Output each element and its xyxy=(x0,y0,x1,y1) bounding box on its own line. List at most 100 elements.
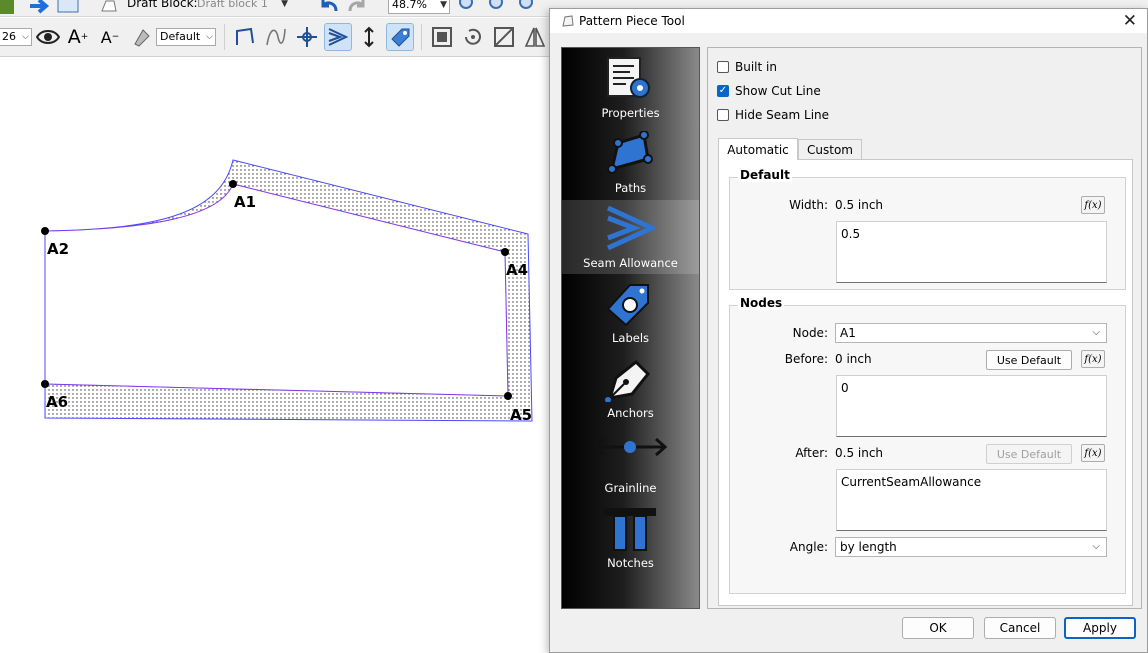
before-use-default-button[interactable]: Use Default xyxy=(986,350,1072,370)
spline-tool-icon[interactable] xyxy=(262,23,290,51)
built-in-checkbox[interactable]: Built in xyxy=(717,60,777,74)
point-a5 xyxy=(504,392,512,400)
zoom-value: 48.7% xyxy=(392,0,427,11)
pen-nib-icon xyxy=(605,359,651,402)
seam-allowance-tool-icon[interactable] xyxy=(324,23,352,51)
seam-allowance-region xyxy=(44,159,533,422)
hide-seam-line-label: Hide Seam Line xyxy=(735,108,830,122)
after-formula-input[interactable]: CurrentSeamAllowance xyxy=(836,469,1107,531)
zoom-out-icon[interactable] xyxy=(488,0,508,12)
angle-select[interactable]: by length ⌵ xyxy=(835,537,1107,557)
point-label-a5: A5 xyxy=(510,406,532,424)
seam-allowance-panel: Built in ✓ Show Cut Line Hide Seam Line … xyxy=(707,47,1142,609)
point-label-a6: A6 xyxy=(46,393,68,411)
style-combo[interactable]: Default ⌵ xyxy=(156,28,216,46)
before-formula-input[interactable]: 0 xyxy=(836,375,1107,437)
checkbox-box[interactable] xyxy=(717,109,729,121)
seam-allowance-icon xyxy=(606,206,656,251)
after-formula-button[interactable]: f(x) xyxy=(1081,444,1105,462)
rotate-icon[interactable] xyxy=(459,23,487,51)
sidebar-item-labels[interactable]: Labels xyxy=(562,275,699,349)
show-cut-line-label: Show Cut Line xyxy=(735,84,821,98)
draft-block-icon xyxy=(100,0,118,13)
crosshair-icon[interactable] xyxy=(293,23,321,51)
sidebar-item-properties[interactable]: Properties xyxy=(562,50,699,124)
sidebar-item-label: Seam Allowance xyxy=(583,256,678,270)
group-icon[interactable] xyxy=(428,23,456,51)
fx-icon: f(x) xyxy=(1084,353,1102,365)
button-label: Use Default xyxy=(996,353,1062,367)
toolbar-green-icon[interactable] xyxy=(0,0,14,14)
after-use-default-button[interactable]: Use Default xyxy=(986,444,1072,464)
sidebar-item-label: Properties xyxy=(601,106,660,120)
arrow-right-icon[interactable] xyxy=(28,0,52,14)
undo-icon[interactable] xyxy=(318,0,340,13)
apply-button[interactable]: Apply xyxy=(1064,617,1136,639)
visibility-eye-icon[interactable] xyxy=(34,23,62,51)
label-tag-icon xyxy=(606,284,649,327)
size-value: 26 xyxy=(2,30,16,43)
toolbar-separator xyxy=(224,24,225,50)
width-formula-text: 0.5 xyxy=(841,227,861,241)
chevron-down-icon: ⌵ xyxy=(22,32,29,42)
tab-automatic[interactable]: Automatic xyxy=(718,138,798,160)
automatic-tab-pane: Default Width: 0.5 inch f(x) 0.5 Nodes N… xyxy=(718,159,1133,606)
vertical-arrows-icon[interactable] xyxy=(355,23,383,51)
label-tag-icon[interactable] xyxy=(386,23,414,51)
close-icon[interactable]: ✕ xyxy=(1123,11,1137,31)
zoom-fit-icon[interactable] xyxy=(518,0,538,12)
tab-custom[interactable]: Custom xyxy=(798,139,862,160)
before-formula-text: 0 xyxy=(841,381,849,395)
node-select-value: A1 xyxy=(840,326,856,340)
size-combo[interactable]: 26 ⌵ xyxy=(0,28,32,46)
hide-seam-line-checkbox[interactable]: Hide Seam Line xyxy=(717,108,829,122)
button-label: Use Default xyxy=(996,447,1062,461)
sidebar-item-label: Anchors xyxy=(607,406,654,420)
dialog-title-bar[interactable]: Pattern Piece Tool ✕ xyxy=(550,9,1147,33)
curve-tool-icon[interactable] xyxy=(231,23,259,51)
width-formula-button[interactable]: f(x) xyxy=(1081,196,1105,214)
sidebar-item-seam-allowance[interactable]: Seam Allowance xyxy=(562,200,699,274)
point-a2 xyxy=(41,227,49,235)
after-label: After: xyxy=(795,446,828,460)
point-a4 xyxy=(501,248,509,256)
sidebar-item-paths[interactable]: Paths xyxy=(562,125,699,199)
width-formula-input[interactable]: 0.5 xyxy=(836,221,1107,283)
properties-icon xyxy=(607,57,650,98)
tools-toolbar: 26 ⌵ A + A − Default ⌵ xyxy=(0,18,560,57)
show-cut-line-checkbox[interactable]: ✓ Show Cut Line xyxy=(717,84,821,98)
after-value: 0.5 inch xyxy=(835,446,884,460)
pattern-piece-drawing: A1 A2 A4 A5 A6 xyxy=(41,159,533,424)
cancel-button[interactable]: Cancel xyxy=(984,617,1056,639)
drawing-canvas[interactable]: A1 A2 A4 A5 A6 xyxy=(0,57,560,653)
draft-block-combo[interactable]: Draft block 1 ▼ xyxy=(194,0,290,14)
point-a1 xyxy=(229,180,237,188)
sidebar-item-grainline[interactable]: Grainline xyxy=(562,425,699,499)
checkmark-icon[interactable]: ✓ xyxy=(717,85,729,97)
chevron-down-icon: ⌵ xyxy=(1092,541,1100,552)
zoom-in-icon[interactable] xyxy=(458,0,478,12)
before-formula-button[interactable]: f(x) xyxy=(1081,350,1105,368)
zoom-combo[interactable]: 48.7% ▼ xyxy=(388,0,450,14)
flip-icon[interactable] xyxy=(521,23,549,51)
nodes-group-title: Nodes xyxy=(738,296,785,310)
line-color-icon[interactable] xyxy=(128,23,156,51)
sidebar-item-anchors[interactable]: Anchors xyxy=(562,350,699,424)
checkbox-box[interactable] xyxy=(717,61,729,73)
font-increase-icon[interactable]: A + xyxy=(64,23,92,51)
node-select[interactable]: A1 ⌵ xyxy=(835,323,1107,343)
ok-button[interactable]: OK xyxy=(902,617,974,639)
point-label-a4: A4 xyxy=(506,261,528,279)
sidebar-item-label: Notches xyxy=(607,556,654,570)
layout-icon[interactable] xyxy=(57,0,79,14)
fx-icon: f(x) xyxy=(1084,447,1102,459)
dialog-title: Pattern Piece Tool xyxy=(579,14,685,28)
redo-icon[interactable] xyxy=(346,0,368,13)
paths-icon xyxy=(607,131,653,174)
font-decrease-icon[interactable]: A − xyxy=(96,23,124,51)
sidebar-item-notches[interactable]: Notches xyxy=(562,500,699,574)
sidebar-item-label: Grainline xyxy=(604,481,657,495)
fx-icon: f(x) xyxy=(1084,199,1102,211)
width-label: Width: xyxy=(789,198,828,212)
mirror-icon[interactable] xyxy=(490,23,518,51)
